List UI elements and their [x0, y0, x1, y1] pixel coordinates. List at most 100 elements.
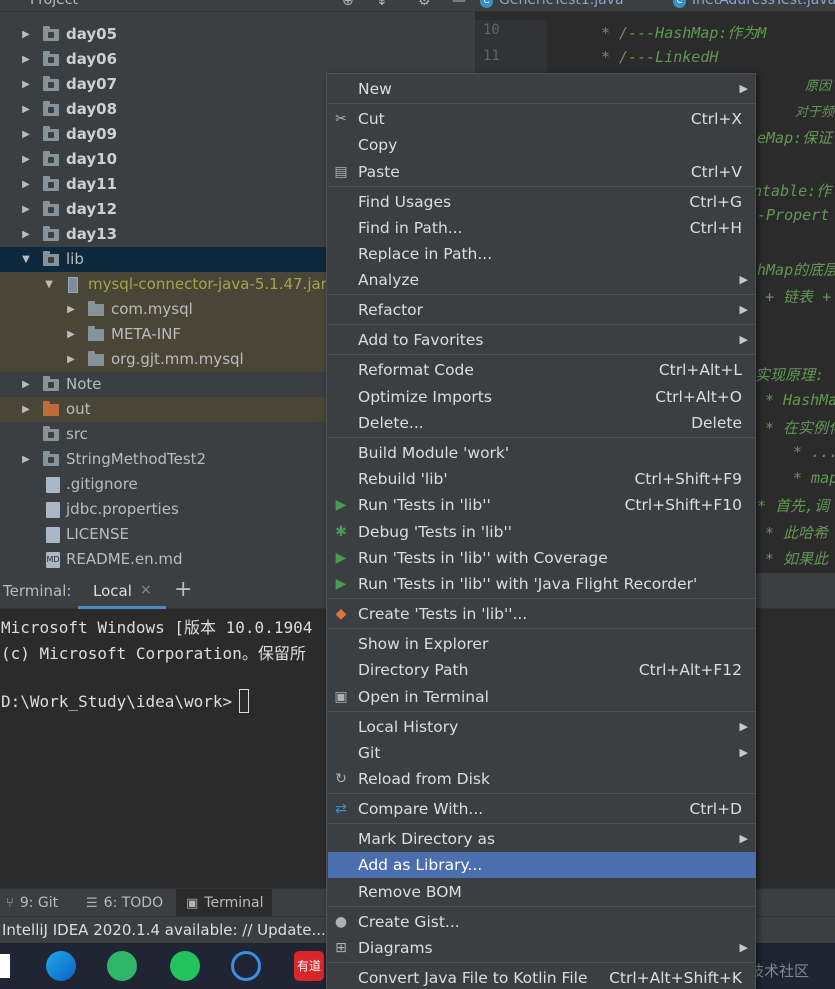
collapse-icon[interactable]: ⇟ — [376, 0, 392, 9]
menu-item-run-tests-in-lib[interactable]: ▶ Run 'Tests in 'lib'' Ctrl+Shift+F10 — [328, 492, 756, 518]
color-app-icon[interactable] — [231, 951, 261, 981]
code-line: ntable:作 — [753, 182, 832, 200]
menu-item-shortcut: Ctrl+Alt+L — [658, 361, 742, 379]
expand-arrow-icon[interactable]: ▶ — [20, 172, 32, 197]
expand-arrow-icon[interactable]: ▶ — [20, 397, 32, 422]
menu-item-run-tests-in-lib-with-java-flight-recorder[interactable]: ▶ Run 'Tests in 'lib'' with 'Java Flight … — [328, 571, 756, 597]
project-panel-title[interactable]: Project — [30, 0, 78, 8]
menu-item-directory-path[interactable]: Directory Path Ctrl+Alt+F12 — [328, 657, 756, 683]
folder-icon — [88, 326, 104, 341]
todo-tool-button[interactable]: ☰ 6: TODO — [86, 889, 176, 917]
menu-item-label: Copy — [358, 136, 398, 154]
menu-item-build-module-work[interactable]: Build Module 'work' — [328, 440, 756, 466]
tree-row-day06[interactable]: ▶ day06 — [0, 47, 475, 72]
menu-item-rebuild-lib[interactable]: Rebuild 'lib' Ctrl+Shift+F9 — [328, 466, 756, 492]
windows-start-icon[interactable] — [0, 954, 10, 978]
expand-arrow-icon[interactable]: ▶ — [20, 97, 32, 122]
menu-item-new[interactable]: New ▶ — [328, 76, 756, 102]
menu-item-find-usages[interactable]: Find Usages Ctrl+G — [328, 189, 756, 215]
create-test-icon: ◆ — [335, 606, 347, 622]
submenu-arrow-icon: ▶ — [739, 746, 748, 759]
expand-arrow-icon[interactable]: ▶ — [20, 147, 32, 172]
menu-item-create-tests-in-lib[interactable]: ◆ Create 'Tests in 'lib''... — [328, 601, 756, 627]
editor-tab[interactable]: C InetAddressTest.java — [673, 0, 835, 12]
git-tool-button[interactable]: ⑂ 9: Git — [6, 889, 74, 917]
menu-item-convert-java-file-to-kotlin-file[interactable]: Convert Java File to Kotlin File Ctrl+Alt… — [328, 965, 756, 989]
module-folder-icon — [43, 101, 59, 116]
menu-item-create-gist[interactable]: ● Create Gist... — [328, 909, 756, 935]
expand-arrow-icon[interactable]: ▶ — [65, 347, 77, 372]
menu-item-open-in-terminal[interactable]: ▣ Open in Terminal — [328, 684, 756, 710]
menu-item-mark-directory-as[interactable]: Mark Directory as ▶ — [328, 826, 756, 852]
menu-item-paste[interactable]: ▤ Paste Ctrl+V — [328, 159, 756, 185]
expand-arrow-icon[interactable]: ▶ — [20, 447, 32, 472]
menu-item-compare-with[interactable]: ⇄ Compare With... Ctrl+D — [328, 796, 756, 822]
hide-icon[interactable]: — — [452, 0, 468, 9]
code-line: hMap的底层 — [757, 261, 835, 279]
menu-item-add-to-favorites[interactable]: Add to Favorites ▶ — [328, 327, 756, 353]
tree-row-day05[interactable]: ▶ day05 — [0, 22, 475, 47]
terminal-icon: ▣ — [186, 896, 199, 911]
menu-item-analyze[interactable]: Analyze ▶ — [328, 267, 756, 293]
menu-separator — [328, 906, 756, 907]
edge-browser-icon[interactable] — [46, 951, 76, 981]
menu-item-reformat-code[interactable]: Reformat Code Ctrl+Alt+L — [328, 357, 756, 383]
youdao-icon[interactable]: 有道 — [294, 951, 324, 981]
menu-item-optimize-imports[interactable]: Optimize Imports Ctrl+Alt+O — [328, 384, 756, 410]
terminal-tab-local[interactable]: Local × — [78, 573, 166, 609]
menu-separator — [328, 793, 756, 794]
menu-item-replace-in-path[interactable]: Replace in Path... — [328, 241, 756, 267]
menu-item-shortcut: Ctrl+Alt+O — [655, 388, 742, 406]
collapse-arrow-icon[interactable]: ▼ — [43, 272, 55, 297]
menu-item-show-in-explorer[interactable]: Show in Explorer — [328, 631, 756, 657]
green-app-icon[interactable] — [107, 951, 137, 981]
expand-arrow-icon[interactable]: ▶ — [20, 372, 32, 397]
terminal-tool-button[interactable]: ▣ Terminal — [176, 889, 272, 917]
wechat-icon[interactable] — [170, 951, 200, 981]
menu-separator — [328, 598, 756, 599]
submenu-arrow-icon: ▶ — [739, 941, 748, 954]
update-notification[interactable]: IntelliJ IDEA 2020.1.4 available: // Upd… — [2, 921, 346, 939]
menu-item-reload-from-disk[interactable]: ↻ Reload from Disk — [328, 766, 756, 792]
menu-item-label: Convert Java File to Kotlin File — [358, 969, 588, 987]
editor-tab[interactable]: C GenericTest1.java — [480, 0, 624, 12]
menu-item-debug-tests-in-lib[interactable]: ✱ Debug 'Tests in 'lib'' — [328, 519, 756, 545]
close-icon[interactable]: × — [140, 582, 152, 598]
globe-icon[interactable]: ⊕ — [342, 0, 358, 9]
expand-arrow-icon[interactable]: ▶ — [20, 47, 32, 72]
menu-item-git[interactable]: Git ▶ — [328, 740, 756, 766]
menu-item-copy[interactable]: Copy — [328, 132, 756, 158]
tree-label: day11 — [66, 175, 118, 193]
submenu-arrow-icon: ▶ — [739, 303, 748, 316]
tree-label: StringMethodTest2 — [66, 450, 207, 468]
tree-label: day08 — [66, 100, 118, 118]
expand-arrow-icon[interactable]: ▶ — [20, 122, 32, 147]
expand-arrow-icon[interactable]: ▶ — [65, 297, 77, 322]
terminal-prompt[interactable]: D:\Work_Study\idea\work> — [1, 692, 232, 711]
menu-item-cut[interactable]: ✂ Cut Ctrl+X — [328, 106, 756, 132]
menu-item-label: Git — [358, 744, 381, 762]
gear-icon[interactable]: ⚙ — [418, 0, 434, 9]
menu-separator — [328, 294, 756, 295]
expand-arrow-icon[interactable]: ▶ — [20, 72, 32, 97]
menu-item-shortcut: Ctrl+V — [690, 163, 742, 181]
expand-arrow-icon[interactable]: ▶ — [65, 322, 77, 347]
menu-item-find-in-path[interactable]: Find in Path... Ctrl+H — [328, 215, 756, 241]
menu-item-remove-bom[interactable]: Remove BOM — [328, 879, 756, 905]
menu-item-diagrams[interactable]: ⊞ Diagrams ▶ — [328, 935, 756, 961]
expand-arrow-icon[interactable]: ▶ — [20, 22, 32, 47]
new-terminal-button[interactable]: + — [174, 577, 192, 602]
collapse-arrow-icon[interactable]: ▼ — [20, 247, 32, 272]
menu-item-run-tests-in-lib-with-coverage[interactable]: ▶ Run 'Tests in 'lib'' with Coverage — [328, 545, 756, 571]
tree-label: Note — [66, 375, 102, 393]
expand-arrow-icon[interactable]: ▶ — [20, 197, 32, 222]
menu-item-refactor[interactable]: Refactor ▶ — [328, 297, 756, 323]
module-folder-icon — [43, 201, 59, 216]
menu-separator — [328, 324, 756, 325]
menu-item-shortcut: Ctrl+X — [690, 110, 742, 128]
menu-item-delete[interactable]: Delete... Delete — [328, 410, 756, 436]
code-line: * 如果此 — [765, 550, 829, 568]
menu-item-local-history[interactable]: Local History ▶ — [328, 714, 756, 740]
expand-arrow-icon[interactable]: ▶ — [20, 222, 32, 247]
menu-item-add-as-library[interactable]: Add as Library... — [328, 852, 756, 878]
